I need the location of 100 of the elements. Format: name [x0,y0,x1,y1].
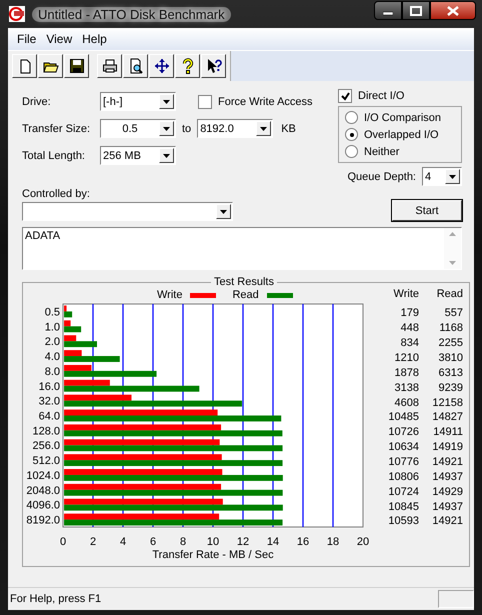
toolbar-button[interactable] [149,54,174,78]
table-cell-text: 10806 [387,470,419,483]
table-cell-text: 14929 [431,486,463,498]
checkbox[interactable] [198,94,212,108]
app-icon [8,5,26,23]
category-label: 8.0 [44,366,60,378]
move-arrows-icon [154,58,170,74]
table-cell-text: 448 [400,322,419,334]
field-label: Total Length: [22,150,86,162]
table-cell-text: 834 [400,337,419,350]
field-label: Transfer Size: [22,122,92,134]
field-label: Drive: [22,96,52,108]
menu-item[interactable]: View [41,32,78,46]
start-button[interactable]: Start [392,200,462,221]
category-label: 0.5 [44,306,60,318]
toolbar-button[interactable] [123,54,148,78]
field-label: Queue Depth: [348,170,416,182]
checkbox-label: Force Write Access [218,96,313,108]
category-label: 128.0 [32,425,60,438]
table-cell-text: 14911 [432,426,463,438]
controlled-by-dropdown[interactable] [22,202,233,221]
radio-button[interactable] [345,145,358,158]
menu-item[interactable]: File [12,32,42,46]
table-cell-text: 14937 [431,470,463,483]
close-icon [447,6,459,16]
table-cell-text: 14919 [431,441,463,454]
minimize-button[interactable] [374,1,402,20]
table-cell-text: 10593 [387,515,419,528]
toolbar-button[interactable] [97,54,122,78]
tick-label: 8 [180,536,186,548]
tick-label: 0 [60,536,66,548]
transfer-size-to-dropdown[interactable]: 8192.0 [197,119,274,138]
radio-button[interactable] [345,111,358,124]
tick-label: 2 [90,536,96,548]
table-cell-text: 4608 [394,396,419,409]
tick-label: 10 [206,536,220,548]
tick-label: 6 [150,536,156,548]
legend-label: Read [232,289,259,301]
tick-label: 16 [296,536,310,548]
tick-label: 14 [266,536,280,548]
toolbar-button[interactable] [175,54,200,78]
radio-button[interactable] [345,128,358,141]
table-cell-text: 14937 [431,500,463,513]
checkbox[interactable] [338,89,352,103]
category-label: 2048.0 [26,484,60,497]
category-label: 512.0 [32,455,60,468]
toolbar-button[interactable] [12,54,37,78]
table-cell-text: 14827 [431,411,463,424]
category-label: 8192.0 [26,514,60,527]
table-cell-text: 10776 [387,456,419,468]
field-label: Controlled by: [22,188,91,200]
menu-item[interactable]: Help [77,32,112,46]
status-panel [438,590,474,608]
maximize-button[interactable] [402,1,430,20]
category-label: 64.0 [38,410,60,422]
drive-dropdown[interactable]: [-h-] [100,92,176,111]
tick-label: 18 [326,536,340,548]
print-preview-icon [128,58,144,74]
printer-icon [102,58,118,74]
maximize-icon [410,6,422,16]
category-label: 1024.0 [26,470,60,482]
status-text: For Help, press F1 [10,593,102,605]
table-cell-text: 1878 [394,366,419,379]
close-button[interactable] [430,1,476,20]
queue-depth-dropdown[interactable]: 4 [422,167,462,186]
table-cell-text: 10845 [387,500,419,513]
table-cell-text: 3810 [438,352,463,364]
column-header: Read [436,288,463,302]
table-cell-text: 1168 [438,322,463,334]
transfer-size-from-dropdown[interactable]: 0.5 [100,119,176,138]
unit-label: KB [281,122,296,134]
panel-title: Test Results [213,276,275,288]
total-length-dropdown[interactable]: 256 MB [100,146,176,165]
category-label: 16.0 [38,380,60,393]
radio-label: I/O Comparison [364,112,442,124]
table-cell-text: 10726 [387,426,419,438]
category-label: 256.0 [32,440,60,452]
category-label: 4096.0 [26,500,60,512]
toolbar-button[interactable] [201,54,226,78]
column-header: Write [392,288,419,302]
toolbar-button[interactable] [38,54,63,78]
table-cell-text: 14921 [431,456,463,468]
checkbox-label: Direct I/O [358,90,404,102]
tick-label: 12 [236,536,250,548]
axis-title: Transfer Rate - MB / Sec [152,549,274,561]
table-cell-text: 6313 [438,366,463,379]
category-label: 2.0 [44,336,60,348]
table-cell-text: 9239 [438,382,463,394]
table-cell-text: 10485 [387,411,419,424]
table-cell-text: 3138 [394,382,419,394]
table-cell-text: 557 [444,307,463,320]
tick-label: 4 [120,536,126,548]
table-cell-text: 179 [400,307,419,320]
category-label: 1.0 [44,321,60,334]
tick-label: 20 [356,536,370,548]
table-cell-text: 12158 [431,396,463,409]
toolbar-button[interactable] [64,54,89,78]
category-label: 32.0 [38,396,60,408]
table-cell-text: 2255 [438,337,463,350]
table-cell-text: 1210 [394,352,419,364]
